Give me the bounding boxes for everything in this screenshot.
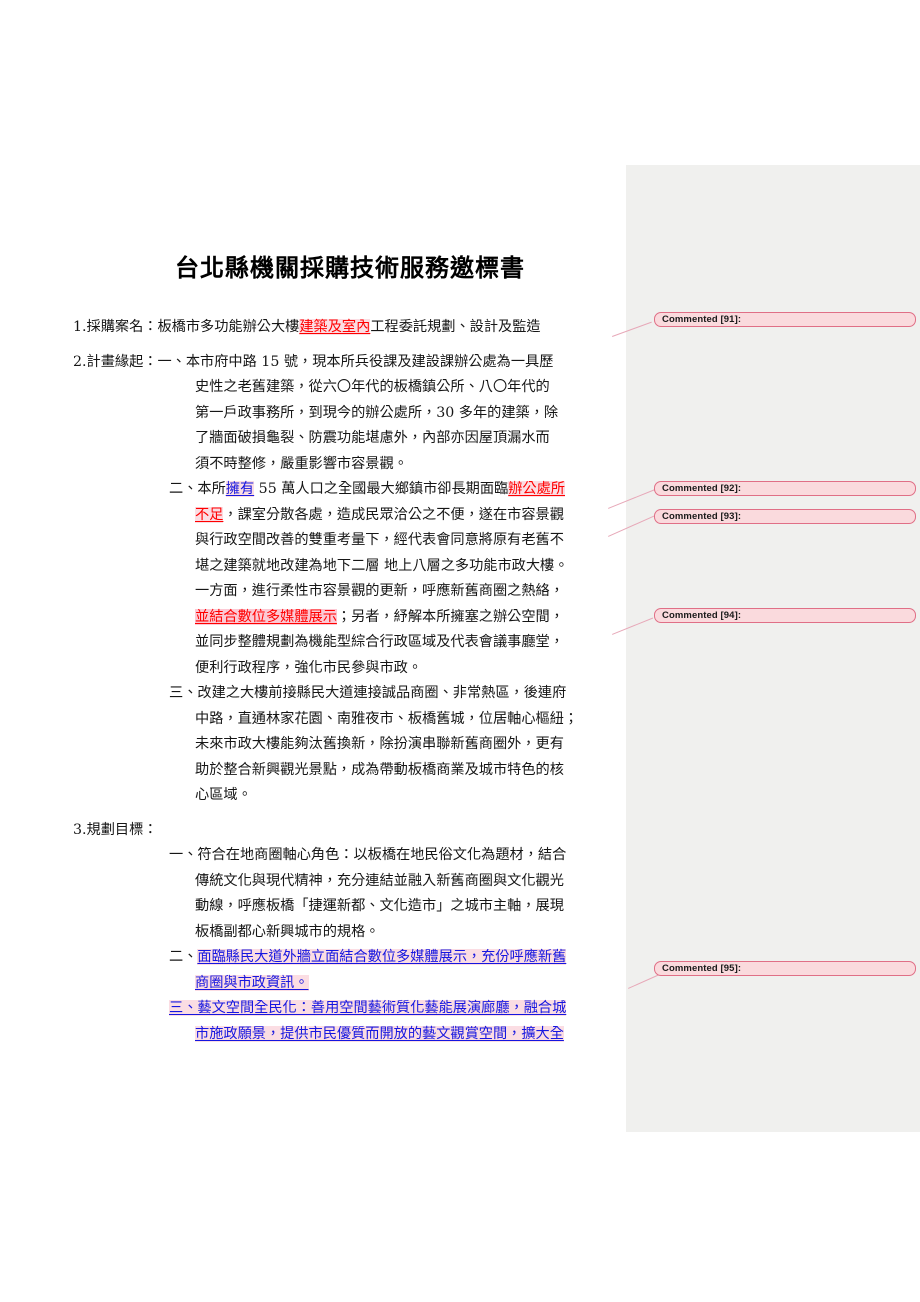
text-line: 助於整合新興觀光景點，成為帶動板橋商業及城市特色的核 — [73, 758, 648, 784]
text-run: 第一戶政事務所，到現今的辦公處所，30 多年的建築，除 — [195, 404, 559, 421]
text-line: 3.規劃目標： — [73, 818, 648, 844]
text-run: 了牆面破損龜裂、防震功能堪慮外，內部亦因屋頂漏水而 — [195, 430, 550, 446]
text-run: 助於整合新興觀光景點，成為帶動板橋商業及城市特色的核 — [195, 761, 564, 778]
text-run: 二、 — [169, 949, 198, 965]
document-page: Commented [91]: Commented [92]: Commente… — [0, 0, 920, 1302]
comment-box[interactable]: Commented [91]: — [654, 312, 916, 327]
text-run: 須不時整修，嚴重影響市容景觀。 — [195, 455, 408, 472]
highlighted-text-run: 面臨縣民大道外牆立面結合數位多媒體展示，充份呼應新舊 — [197, 949, 567, 965]
text-run: 傳統文化與現代精神，充分連結並融入新舊商圈與文化觀光 — [195, 872, 564, 889]
text-line: 了牆面破損龜裂、防震功能堪慮外，內部亦因屋頂漏水而 — [73, 426, 648, 452]
highlighted-text-run: 商圈與市政資訊。 — [195, 974, 309, 991]
text-line: 商圈與市政資訊。 — [73, 971, 648, 997]
text-run: 1.採購案名：板橋市多功能辦公大樓 — [73, 319, 300, 335]
text-run: 55 萬人口之全國最大鄉鎮市卻長期面臨 — [254, 481, 509, 497]
comment-label: Commented [92]: — [662, 483, 742, 494]
highlighted-text-run: 市施政願景，提供市民優質而開放的藝文觀賞空間，擴大全 — [195, 1025, 564, 1042]
comment-box[interactable]: Commented [95]: — [654, 961, 916, 976]
comment-box[interactable]: Commented [92]: — [654, 481, 916, 496]
text-line: 2.計畫緣起：一、本市府中路 15 號，現本所兵役課及建設課辦公處為一具歷 — [73, 350, 648, 376]
text-line: 一方面，進行柔性市容景觀的更新，呼應新舊商圈之熱絡， — [73, 579, 648, 605]
text-run: ；另者，紓解本所擁塞之辦公空間， — [336, 608, 564, 625]
document-section: 3.規劃目標： 一、符合在地商圈軸心角色：以板橋在地民俗文化為題材，結合傳統文化與… — [73, 818, 648, 1048]
comment-label: Commented [94]: — [662, 610, 742, 621]
comment-boxes-layer: Commented [91]: Commented [92]: Commente… — [626, 165, 920, 1132]
highlighted-text-run: 擁有 — [225, 481, 255, 497]
text-line: 便利行政程序，強化市民參與市政。 — [73, 656, 648, 682]
text-line: 心區域。 — [73, 783, 648, 809]
text-line: 板橋副都心新興城市的規格。 — [73, 920, 648, 946]
text-run: 未來市政大樓能夠汰舊換新，除扮演串聯新舊商圈外，更有 — [195, 736, 564, 752]
text-line: 並同步整體規劃為機能型綜合行政區域及代表會議事廳堂， — [73, 630, 648, 656]
text-line: 三、藝文空間全民化：善用空間藝術質化藝能展演廊廳，融合城 — [73, 996, 648, 1022]
highlighted-text-run: 三、藝文空間全民化：善用空間藝術質化藝能展演廊廳，融合城 — [169, 1000, 567, 1016]
text-run: 3.規劃目標： — [73, 821, 158, 838]
text-line: 不足，課室分散各處，造成民眾洽公之不便，遂在市容景觀 — [73, 503, 648, 529]
text-line: 二、面臨縣民大道外牆立面結合數位多媒體展示，充份呼應新舊 — [73, 945, 648, 971]
highlighted-text-run: 並結合數位多媒體展示 — [195, 608, 337, 625]
text-line: 第一戶政事務所，到現今的辦公處所，30 多年的建築，除 — [73, 401, 648, 427]
text-run: 一、符合在地商圈軸心角色：以板橋在地民俗文化為題材，結合 — [169, 847, 567, 863]
text-line: 須不時整修，嚴重影響市容景觀。 — [73, 452, 648, 478]
highlighted-text-run: 辦公處所 — [508, 481, 565, 497]
text-line: 傳統文化與現代精神，充分連結並融入新舊商圈與文化觀光 — [73, 869, 648, 895]
text-run: ，課室分散各處，造成民眾洽公之不便，遂在市容景觀 — [223, 506, 564, 523]
text-run: 2.計畫緣起：一、本市府中路 15 號，現本所兵役課及建設課辦公處為一具歷 — [73, 353, 554, 370]
text-line: 中路，直通林家花園、南雅夜市、板橋舊城，位居軸心樞紐； — [73, 707, 648, 733]
text-line: 三、改建之大樓前接縣民大道連接誠品商圈、非常熱區，後連府 — [73, 681, 648, 707]
document-section: 1.採購案名：板橋市多功能辦公大樓建築及室內工程委託規劃、設計及監造 — [73, 315, 648, 341]
comment-label: Commented [91]: — [662, 314, 742, 325]
comment-box[interactable]: Commented [93]: — [654, 509, 916, 524]
text-run: 動線，呼應板橋「捷運新都、文化造市」之城市主軸，展現 — [195, 898, 564, 914]
document-text: 1.採購案名：板橋市多功能辦公大樓建築及室內工程委託規劃、設計及監造 2.計畫緣起… — [73, 315, 648, 1047]
text-run: 與行政空間改善的雙重考量下，經代表會同意將原有老舊不 — [195, 532, 564, 548]
comment-label: Commented [95]: — [662, 963, 742, 974]
text-line: 並結合數位多媒體展示；另者，紓解本所擁塞之辦公空間， — [73, 605, 648, 631]
text-line: 未來市政大樓能夠汰舊換新，除扮演串聯新舊商圈外，更有 — [73, 732, 648, 758]
text-run: 二、本所 — [169, 481, 226, 497]
text-run: 便利行政程序，強化市民參與市政。 — [195, 659, 423, 676]
text-run: 工程委託規劃、設計及監造 — [370, 319, 541, 335]
text-line: 市施政願景，提供市民優質而開放的藝文觀賞空間，擴大全 — [73, 1022, 648, 1048]
text-run: 一方面，進行柔性市容景觀的更新，呼應新舊商圈之熱絡， — [195, 583, 564, 599]
text-run: 堪之建築就地改建為地下二層 地上八層之多功能市政大樓。 — [195, 557, 569, 574]
highlighted-text-run: 不足 — [195, 506, 224, 523]
text-line: 一、符合在地商圈軸心角色：以板橋在地民俗文化為題材，結合 — [73, 843, 648, 869]
text-run: 中路，直通林家花園、南雅夜市、板橋舊城，位居軸心樞紐； — [195, 710, 579, 727]
text-line: 二、本所擁有 55 萬人口之全國最大鄉鎮市卻長期面臨辦公處所 — [73, 477, 648, 503]
highlighted-text-run: 建築及室內 — [299, 319, 371, 335]
text-run: 三、改建之大樓前接縣民大道連接誠品商圈、非常熱區，後連府 — [169, 685, 567, 701]
comment-label: Commented [93]: — [662, 511, 742, 522]
text-run: 並同步整體規劃為機能型綜合行政區域及代表會議事廳堂， — [195, 634, 564, 650]
text-line: 動線，呼應板橋「捷運新都、文化造市」之城市主軸，展現 — [73, 894, 648, 920]
text-run: 史性之老舊建築，從六〇年代的板橋鎮公所、八〇年代的 — [195, 379, 550, 395]
text-line: 史性之老舊建築，從六〇年代的板橋鎮公所、八〇年代的 — [73, 375, 648, 401]
comment-box[interactable]: Commented [94]: — [654, 608, 916, 623]
text-run: 板橋副都心新興城市的規格。 — [195, 923, 380, 940]
text-line: 1.採購案名：板橋市多功能辦公大樓建築及室內工程委託規劃、設計及監造 — [73, 315, 648, 341]
text-run: 心區域。 — [195, 787, 252, 803]
document-section: 2.計畫緣起：一、本市府中路 15 號，現本所兵役課及建設課辦公處為一具歷史性之… — [73, 350, 648, 809]
page-title: 台北縣機關採購技術服務邀標書 — [175, 253, 525, 282]
text-line: 堪之建築就地改建為地下二層 地上八層之多功能市政大樓。 — [73, 554, 648, 580]
text-line: 與行政空間改善的雙重考量下，經代表會同意將原有老舊不 — [73, 528, 648, 554]
